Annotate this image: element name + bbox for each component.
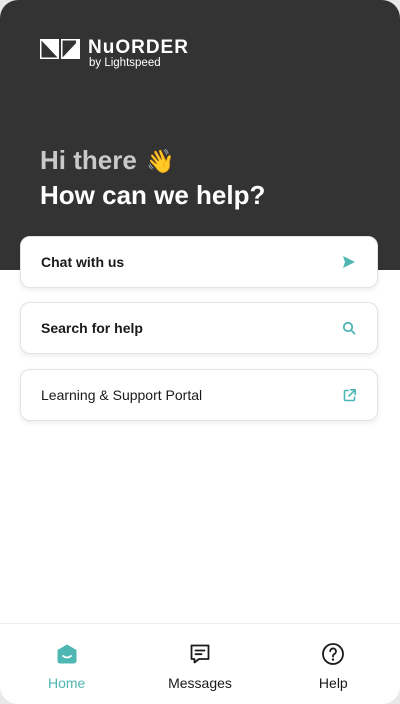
nav-tab-help[interactable]: Help: [267, 624, 400, 704]
messages-icon: [190, 644, 210, 664]
external-link-icon: [341, 387, 357, 403]
nav-messages-label: Messages: [168, 675, 232, 691]
search-for-help-label: Search for help: [41, 320, 143, 336]
greeting-text: Hi there: [40, 145, 137, 175]
help-question: How can we help?: [40, 180, 266, 210]
nav-home-label: Home: [47, 675, 86, 691]
bottom-nav: Home Messages Help: [0, 623, 400, 704]
send-icon: [341, 254, 357, 270]
chat-with-us-button[interactable]: Chat with us: [20, 236, 378, 288]
greeting-block: Hi there 👋 How can we help?: [40, 143, 265, 212]
chat-with-us-label: Chat with us: [41, 254, 125, 270]
help-icon: [322, 643, 345, 665]
learning-support-portal-label: Learning & Support Portal: [41, 387, 203, 403]
nav-tab-messages[interactable]: Messages: [133, 624, 266, 704]
search-icon: [341, 320, 357, 336]
messenger-widget: NuORDER by Lightspeed Hi there 👋 How can…: [0, 0, 400, 704]
nav-help-label: Help: [318, 675, 348, 691]
greeting-line: Hi there 👋: [40, 143, 265, 178]
brand-wordmark: NuORDER by Lightspeed: [88, 38, 189, 70]
learning-support-portal-link[interactable]: Learning & Support Portal: [20, 369, 378, 421]
brand-name: NuORDER: [88, 37, 189, 58]
nav-tab-home[interactable]: Home: [0, 624, 133, 704]
search-for-help-button[interactable]: Search for help: [20, 302, 378, 354]
nuorder-logo-icon: [40, 39, 80, 59]
brand-logo: NuORDER by Lightspeed: [40, 38, 189, 70]
hero-header: NuORDER by Lightspeed Hi there 👋 How can…: [0, 0, 400, 270]
home-icon: [57, 644, 77, 664]
brand-byline: by Lightspeed: [89, 57, 161, 69]
waving-hand-icon: 👋: [146, 148, 175, 174]
